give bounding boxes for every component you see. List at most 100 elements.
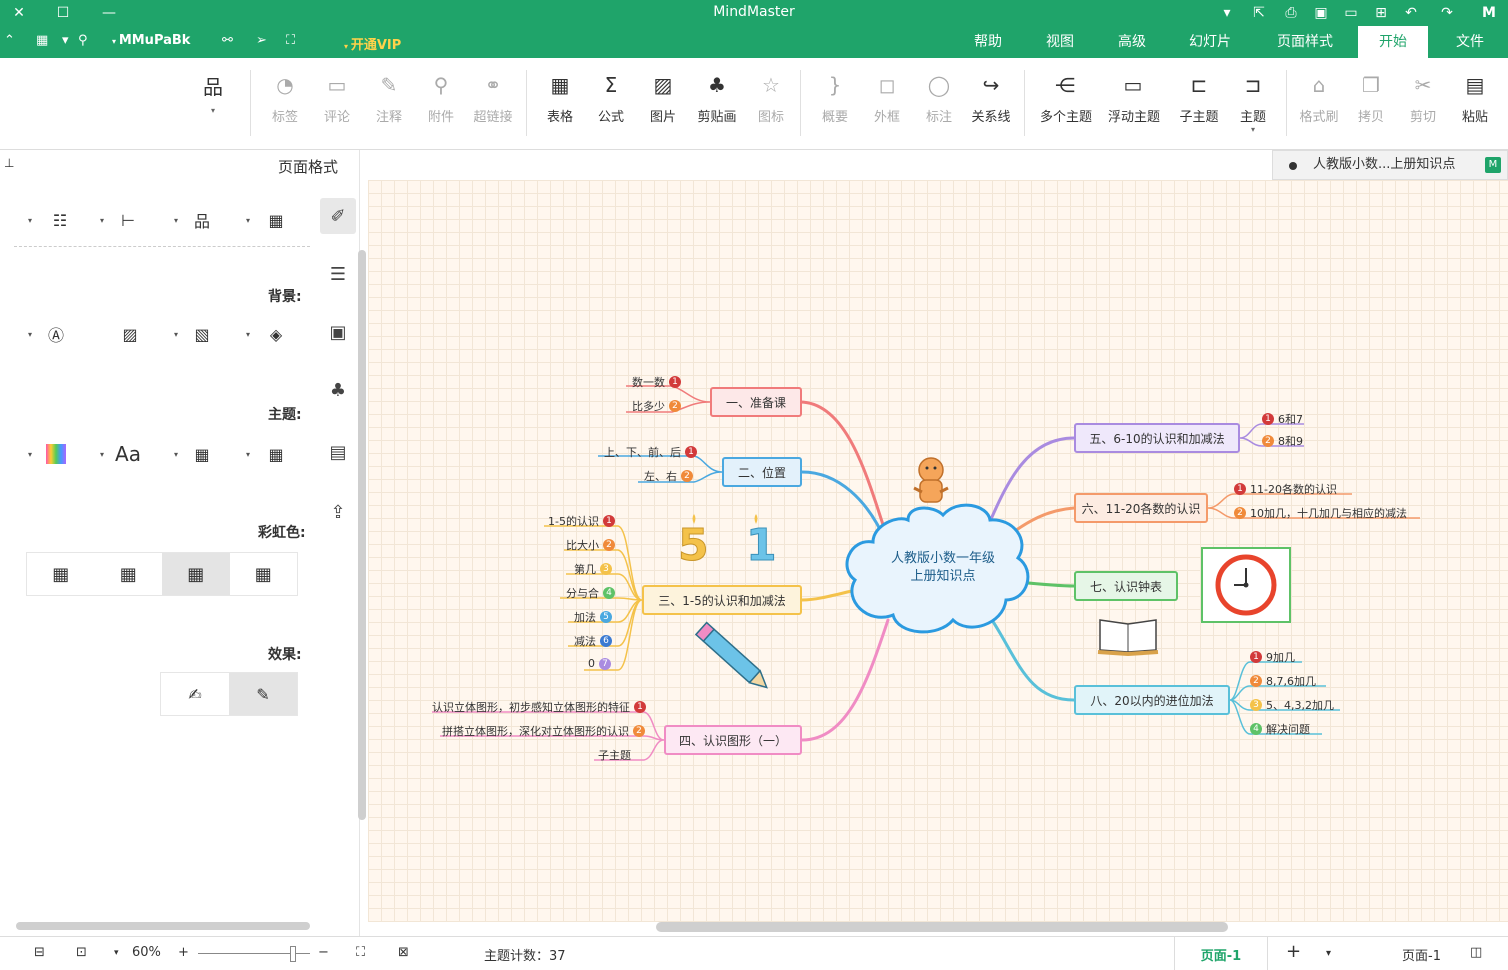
paste-button[interactable]: ▤ 粘贴 [1450,68,1500,140]
send-icon[interactable]: ➢ [256,33,267,48]
multi-topic-button[interactable]: ⋲ 多个主题 [1040,68,1092,140]
zoom-dropdown-icon[interactable]: ▾ [114,948,119,958]
leaf-topic[interactable]: 子主题 [598,747,631,763]
fit-all-icon[interactable]: ⊠ [398,945,409,960]
note-button[interactable]: ✎ 注释 [364,68,414,140]
vip-button[interactable]: ▾ 开通VIP [344,34,401,53]
share-icon[interactable]: ⚯ [222,33,233,48]
leaf-topic[interactable]: 上、下、前、后 1 [604,444,697,460]
normal-effect-icon[interactable]: ✎ [229,673,297,715]
fit-page-icon[interactable]: ⊟ [34,945,45,960]
export-icon[interactable]: ⇱ [1248,3,1270,23]
clipart-button[interactable]: ♣ 剪贴画 [692,68,742,140]
floating-topic-button[interactable]: ▭ 浮动主题 [1108,68,1160,140]
leaf-topic[interactable]: 4 解决问题 [1250,721,1310,737]
leaf-topic[interactable]: 2 8和9 [1262,433,1303,449]
page-tab-active[interactable]: 页面-1 [1174,937,1268,970]
page-list-icon[interactable]: ◫ [1470,945,1482,960]
leaf-topic[interactable]: 加法 5 [574,609,612,625]
leaf-topic[interactable]: 分与合 4 [566,585,615,601]
dropdown-icon[interactable]: ▾ [174,330,178,339]
dropdown-icon[interactable]: ▾ [246,450,250,459]
zoom-level[interactable]: 60% [132,945,161,960]
watermark-icon[interactable]: ▨ [110,320,150,348]
tab-slideshow[interactable]: 幻灯片 [1182,26,1238,58]
branch-topic-4[interactable]: 四、认识图形（一） [664,725,802,755]
topic-button[interactable]: ⊐ 主题 ▾ [1228,68,1278,140]
shirt-icon[interactable]: ⚲ [78,33,88,48]
add-page-icon[interactable]: + [1286,941,1301,962]
rainbow-option-4-icon[interactable]: ▦ [27,553,95,595]
leaf-topic[interactable]: 减法 6 [574,633,612,649]
connector-icon[interactable]: ⊢ [108,206,148,234]
icon-library-tool-icon[interactable]: ▣ [320,314,356,350]
mindmap-canvas[interactable]: 5 1 人教版小数一年级 上册知识点 一、准备课 二、位置 三、1-5的认识和加… [368,180,1508,922]
boundary-button[interactable]: ◻ 外框 [862,68,912,140]
dropdown-icon[interactable]: ▾ [174,216,178,225]
fill-bucket-icon[interactable]: ◈ [256,320,296,348]
print-icon[interactable]: ⎙ [1280,3,1302,23]
zoom-in-icon[interactable]: + [178,945,189,960]
dropdown-icon[interactable]: ▾ [246,216,250,225]
leaf-topic[interactable]: 数一数 1 [632,374,681,390]
apps-icon[interactable]: ▦ [36,33,48,48]
clipart-tool-icon[interactable]: ♣ [320,372,356,408]
branch-topic-5[interactable]: 五、6-10的认识和加减法 [1074,423,1240,453]
zoom-slider-handle[interactable] [290,946,296,962]
dropdown-icon[interactable]: ▾ [28,450,32,459]
panel-scrollbar[interactable] [16,922,310,930]
cut-button[interactable]: ✂ 剪切 [1398,68,1448,140]
close-icon[interactable]: ✕ [8,3,30,23]
hyperlink-button[interactable]: ⚭ 超链接 [468,68,518,140]
redo-icon[interactable]: ↷ [1436,3,1458,23]
format-painter-button[interactable]: ⌂ 格式刷 [1294,68,1344,140]
task-tool-icon[interactable]: ▤ [320,434,356,470]
leaf-topic[interactable]: 左、右 2 [644,468,693,484]
leaf-topic[interactable]: 比大小 2 [566,537,615,553]
leaf-topic[interactable]: 3 5、4,3,2加几 [1250,697,1334,713]
new-file-icon[interactable]: ⊞ [1370,3,1392,23]
dropdown-icon[interactable]: ▾ [174,450,178,459]
outline-tool-icon[interactable]: ☰ [320,256,356,292]
summary-button[interactable]: } 概要 [810,68,860,140]
pin-icon[interactable]: ⊥ [4,156,14,170]
tab-help[interactable]: 帮助 [966,26,1010,58]
page-format-tool-icon[interactable]: ✐ [320,198,356,234]
open-folder-icon[interactable]: ▭ [1340,3,1362,23]
relationship-button[interactable]: ↪ 关系线 [966,68,1016,140]
rainbow-option-1-icon[interactable]: ▦ [230,553,298,595]
panel-vertical-scrollbar[interactable] [358,250,366,820]
leaf-topic[interactable]: 拼搭立体图形，深化对立体图形的认识 2 [442,723,645,739]
collapse-ribbon-icon[interactable]: ⌃ [4,33,15,48]
rainbow-option-3-icon[interactable]: ▦ [95,553,163,595]
comment-button[interactable]: ▭ 评论 [312,68,362,140]
fullscreen-icon[interactable]: ⛶ [286,33,295,48]
table-button[interactable]: ▦ 表格 [535,68,585,140]
callout-button[interactable]: ◯ 标注 [914,68,964,140]
leaf-topic[interactable]: 1 9加几 [1250,649,1295,665]
tab-file[interactable]: 文件 [1446,26,1494,58]
leaf-topic[interactable]: 1 11-20各数的认识 [1234,481,1337,497]
fullscreen-icon[interactable]: ⛶ [356,945,365,960]
save-icon[interactable]: ▣ [1310,3,1332,23]
color-palette-icon[interactable] [36,440,76,468]
layout-icon[interactable]: 品 [182,206,222,234]
dropdown-icon[interactable]: ▾ [28,330,32,339]
tag-button[interactable]: ◔ 标签 [260,68,310,140]
maximize-icon[interactable]: ☐ [52,3,74,23]
quick-access-dropdown-icon[interactable]: ▾ [1216,3,1238,23]
background-image-icon[interactable]: ▧ [182,320,222,348]
leaf-topic[interactable]: 1 6和7 [1262,411,1303,427]
undo-icon[interactable]: ↶ [1400,3,1422,23]
export-tool-icon[interactable]: ⇪ [320,494,356,530]
grid-layout-icon[interactable]: ▦ [256,206,296,234]
tab-advanced[interactable]: 高级 [1110,26,1154,58]
image-button[interactable]: ▨ 图片 [638,68,688,140]
fit-width-icon[interactable]: ⊡ [76,945,87,960]
tab-page-style[interactable]: 页面样式 [1268,26,1342,58]
theme-layout-icon[interactable]: ▦ [256,440,296,468]
leaf-topic[interactable]: 第几 3 [574,561,612,577]
dropdown-icon[interactable]: ▾ [100,216,104,225]
tab-view[interactable]: 视图 [1038,26,1082,58]
dropdown-icon[interactable]: ▾ [100,450,104,459]
